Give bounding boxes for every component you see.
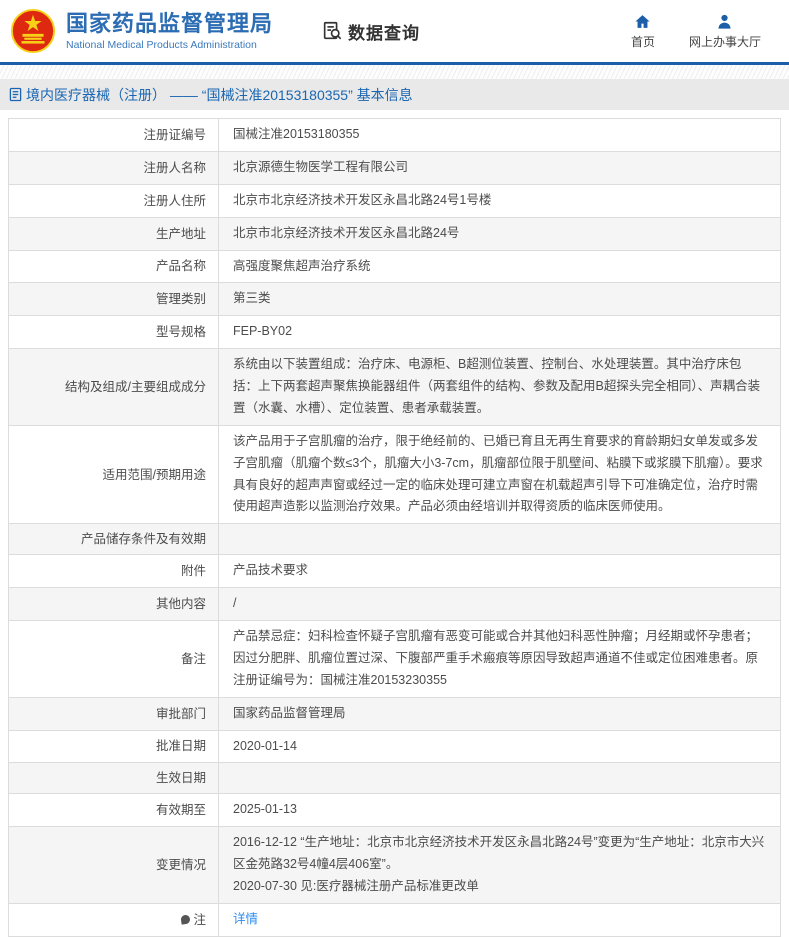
row-value: FEP-BY02	[219, 316, 780, 348]
row-label: 备注	[9, 621, 219, 697]
table-row: 产品储存条件及有效期	[9, 524, 780, 555]
row-label: 生效日期	[9, 763, 219, 793]
row-value: 产品技术要求	[219, 555, 780, 587]
document-search-icon	[321, 20, 343, 42]
row-value: 该产品用于子宫肌瘤的治疗，限于绝经前的、已婚已育且无再生育要求的育龄期妇女单发或…	[219, 426, 780, 524]
row-label: 注	[9, 904, 219, 936]
row-label: 型号规格	[9, 316, 219, 348]
row-label: 注册证编号	[9, 119, 219, 151]
home-icon	[634, 13, 651, 30]
breadcrumb: 境内医疗器械（注册） —— “国械注准20153180355” 基本信息	[0, 79, 789, 110]
row-value-line: 2020-07-30 见:医疗器械注册产品标准更改单	[233, 876, 766, 898]
row-value: 系统由以下装置组成：治疗床、电源柜、B超测位装置、控制台、水处理装置。其中治疗床…	[219, 349, 780, 425]
row-value: 高强度聚焦超声治疗系统	[219, 251, 780, 283]
row-value: 北京市北京经济技术开发区永昌北路24号1号楼	[219, 185, 780, 217]
header-nav: 首页 网上办事大厅	[631, 13, 779, 50]
row-label: 注册人名称	[9, 152, 219, 184]
table-row: 型号规格FEP-BY02	[9, 316, 780, 349]
table-row: 管理类别第三类	[9, 283, 780, 316]
row-label: 生产地址	[9, 218, 219, 250]
table-row: 其他内容/	[9, 588, 780, 621]
row-value: 2016-12-12 “生产地址：北京市北京经济技术开发区永昌北路24号”变更为…	[219, 827, 780, 903]
table-row: 有效期至2025-01-13	[9, 794, 780, 827]
table-row: 注册人名称北京源德生物医学工程有限公司	[9, 152, 780, 185]
row-label: 审批部门	[9, 698, 219, 730]
row-label: 产品储存条件及有效期	[9, 524, 219, 554]
agency-name-cn: 国家药品监督管理局	[66, 11, 273, 36]
table-row: 变更情况 2016-12-12 “生产地址：北京市北京经济技术开发区永昌北路24号…	[9, 827, 780, 904]
table-row: 审批部门国家药品监督管理局	[9, 698, 780, 731]
table-row: 适用范围/预期用途该产品用于子宫肌瘤的治疗，限于绝经前的、已婚已育且无再生育要求…	[9, 426, 780, 525]
table-row: 备注产品禁忌症：妇科检查怀疑子宫肌瘤有恶变可能或合并其他妇科恶性肿瘤；月经期或怀…	[9, 621, 780, 698]
row-label: 结构及组成/主要组成成分	[9, 349, 219, 425]
row-value: 国械注准20153180355	[219, 119, 780, 151]
row-label: 适用范围/预期用途	[9, 426, 219, 524]
table-row: 生产地址北京市北京经济技术开发区永昌北路24号	[9, 218, 780, 251]
table-row: 结构及组成/主要组成成分系统由以下装置组成：治疗床、电源柜、B超测位装置、控制台…	[9, 349, 780, 426]
row-value: 详情	[219, 904, 780, 936]
person-icon	[716, 13, 733, 30]
row-value: 国家药品监督管理局	[219, 698, 780, 730]
row-label: 产品名称	[9, 251, 219, 283]
data-query-label: 数据查询	[348, 19, 420, 44]
table-row: 注册证编号国械注准20153180355	[9, 119, 780, 152]
agency-name-en: National Medical Products Administration	[66, 39, 273, 51]
row-label: 管理类别	[9, 283, 219, 315]
row-value: 北京源德生物医学工程有限公司	[219, 152, 780, 184]
row-label: 批准日期	[9, 731, 219, 763]
table-row: 附件产品技术要求	[9, 555, 780, 588]
detail-link[interactable]: 详情	[233, 909, 766, 931]
header: 国家药品监督管理局 National Medical Products Admi…	[0, 0, 789, 62]
row-label: 其他内容	[9, 588, 219, 620]
table-row: 批准日期2020-01-14	[9, 731, 780, 764]
row-value-line: 2016-12-12 “生产地址：北京市北京经济技术开发区永昌北路24号”变更为…	[233, 832, 766, 876]
row-value: /	[219, 588, 780, 620]
row-value: 北京市北京经济技术开发区永昌北路24号	[219, 218, 780, 250]
nav-home-label: 首页	[631, 33, 655, 50]
row-label: 附件	[9, 555, 219, 587]
table-row: 注册人住所北京市北京经济技术开发区永昌北路24号1号楼	[9, 185, 780, 218]
row-value	[219, 763, 780, 793]
table-row: 注详情	[9, 904, 780, 937]
national-emblem-logo	[10, 8, 56, 54]
row-value: 2020-01-14	[219, 731, 780, 763]
agency-title-block: 国家药品监督管理局 National Medical Products Admi…	[66, 11, 273, 50]
nav-online-hall[interactable]: 网上办事大厅	[689, 13, 761, 50]
registration-info-table: 注册证编号国械注准20153180355注册人名称北京源德生物医学工程有限公司注…	[8, 118, 781, 937]
nav-home[interactable]: 首页	[631, 13, 655, 50]
row-value: 产品禁忌症：妇科检查怀疑子宫肌瘤有恶变可能或合并其他妇科恶性肿瘤；月经期或怀孕患…	[219, 621, 780, 697]
table-row: 生效日期	[9, 763, 780, 794]
nav-online-hall-label: 网上办事大厅	[689, 33, 761, 50]
row-label: 注册人住所	[9, 185, 219, 217]
row-label: 有效期至	[9, 794, 219, 826]
note-icon	[181, 915, 191, 925]
document-icon	[9, 87, 22, 102]
row-label: 变更情况	[9, 827, 219, 903]
decorative-hatch-band	[0, 65, 789, 79]
row-value: 第三类	[219, 283, 780, 315]
breadcrumb-text: 境内医疗器械（注册） —— “国械注准20153180355” 基本信息	[26, 85, 413, 105]
table-row: 产品名称高强度聚焦超声治疗系统	[9, 251, 780, 284]
row-value: 2025-01-13	[219, 794, 780, 826]
data-query-menu[interactable]: 数据查询	[321, 19, 420, 44]
row-value	[219, 524, 780, 554]
